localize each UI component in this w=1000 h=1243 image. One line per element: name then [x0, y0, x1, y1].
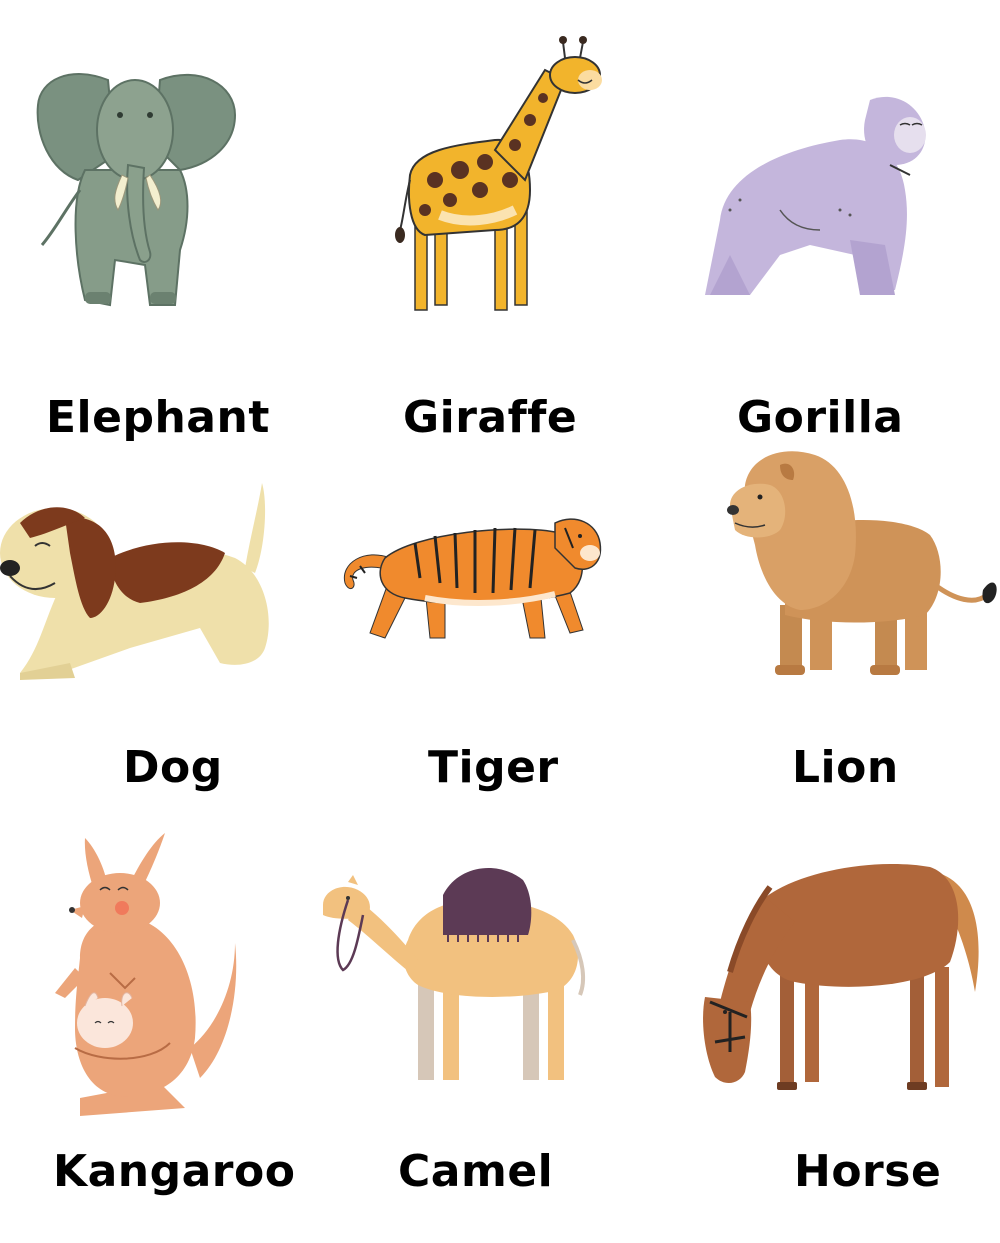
animal-label-kangaroo: Kangaroo: [53, 1146, 296, 1197]
lion-icon: [725, 445, 1000, 680]
giraffe-icon: [395, 30, 605, 315]
animal-label-gorilla: Gorilla: [737, 392, 904, 443]
horse-icon: [695, 852, 990, 1097]
dog-icon: [0, 478, 275, 683]
tiger-icon: [335, 508, 605, 648]
animal-label-dog: Dog: [123, 742, 223, 793]
animal-label-giraffe: Giraffe: [403, 392, 578, 443]
animal-label-horse: Horse: [794, 1146, 942, 1197]
gorilla-icon: [700, 80, 935, 300]
animal-label-camel: Camel: [398, 1146, 554, 1197]
elephant-icon: [30, 60, 245, 315]
camel-icon: [318, 860, 588, 1085]
animal-label-elephant: Elephant: [46, 392, 270, 443]
animal-label-lion: Lion: [792, 742, 899, 793]
kangaroo-icon: [40, 828, 240, 1120]
animal-label-tiger: Tiger: [428, 742, 559, 793]
